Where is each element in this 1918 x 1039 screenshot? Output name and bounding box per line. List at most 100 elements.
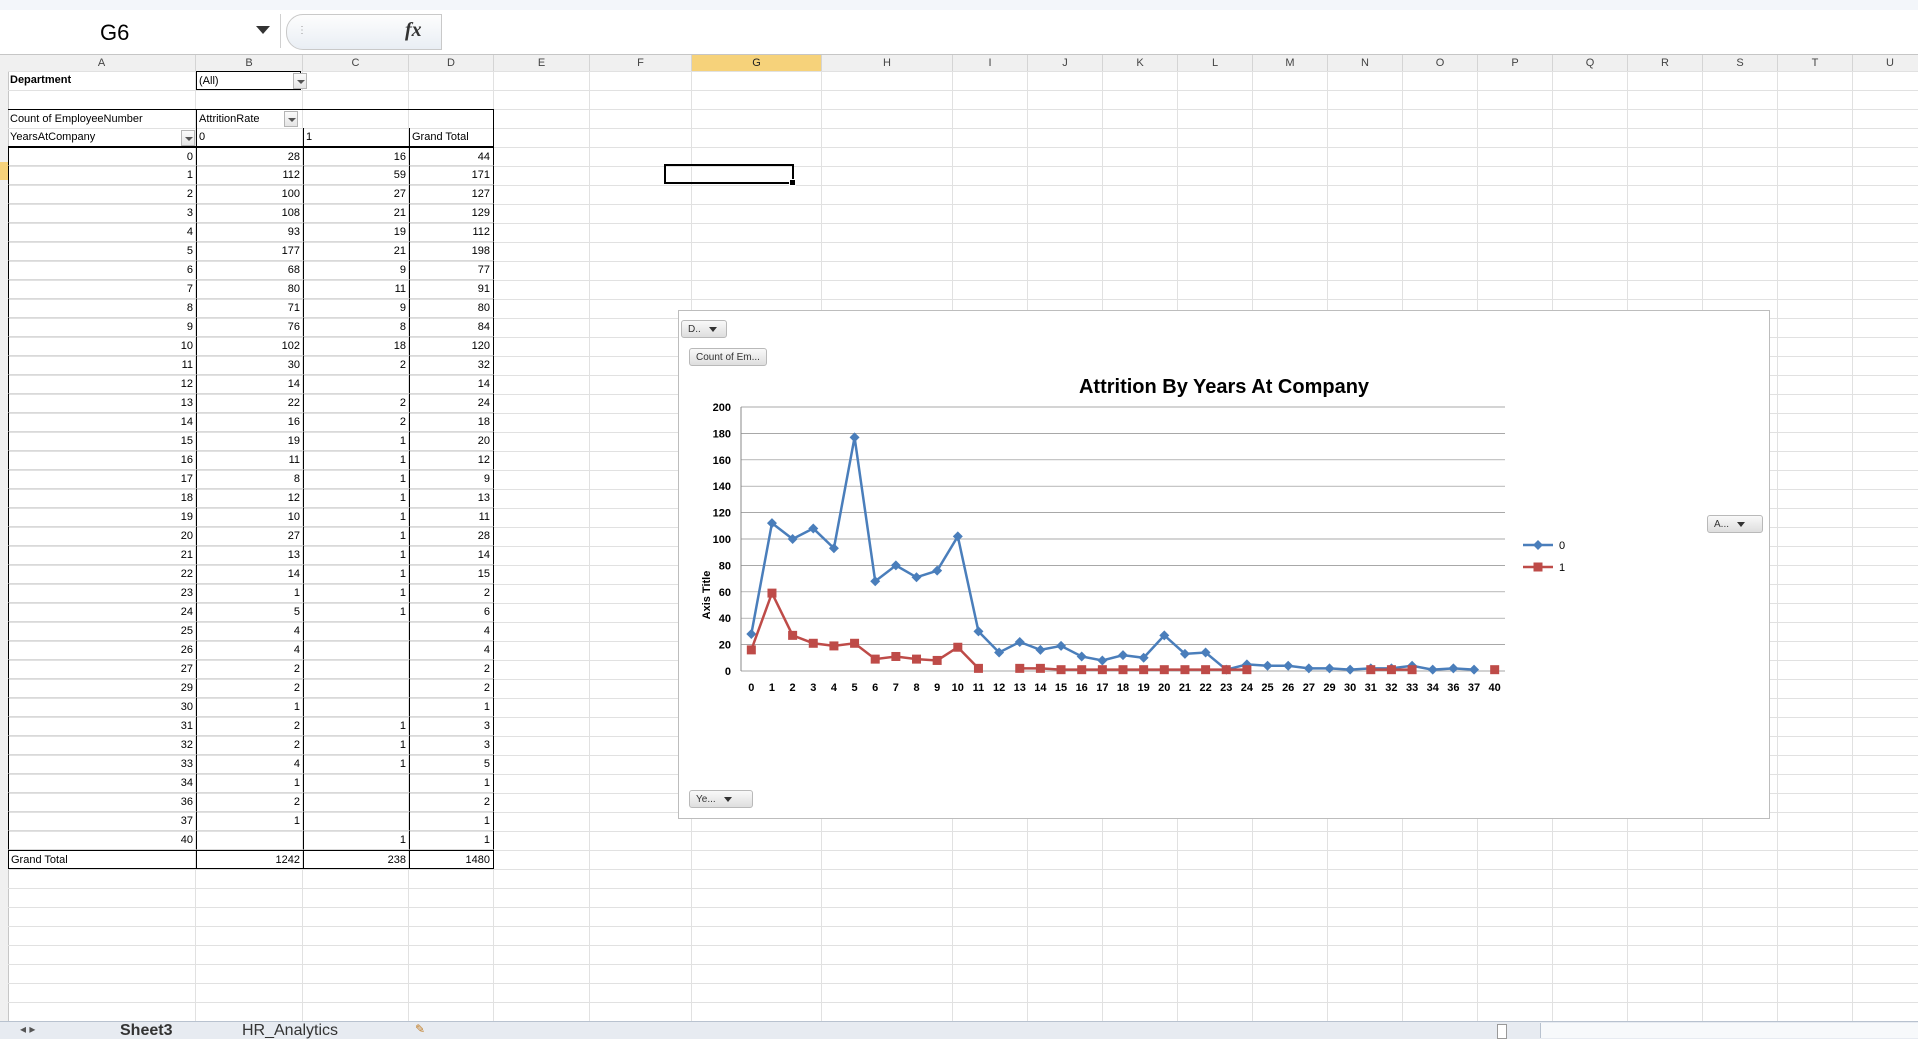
pivot-value-cell[interactable]: 28 [196, 147, 303, 166]
series-0-point[interactable] [1262, 660, 1273, 671]
pivot-value-cell[interactable]: 4 [409, 641, 494, 660]
series-1-point[interactable] [767, 588, 777, 598]
pivot-row-label[interactable]: 9 [8, 318, 196, 337]
pivot-value-cell[interactable]: 1 [409, 812, 494, 831]
pivot-value-cell[interactable]: 1 [303, 831, 409, 850]
series-1-point[interactable] [1015, 663, 1025, 673]
pivot-value-cell[interactable]: 14 [409, 375, 494, 394]
pivot-row-label[interactable]: 8 [8, 299, 196, 318]
column-header-t[interactable]: T [1778, 55, 1853, 71]
pivot-value-cell[interactable]: 9 [303, 299, 409, 318]
series-1-point[interactable] [1201, 665, 1211, 675]
pivot-value-cell[interactable]: 1 [409, 698, 494, 717]
series-1-point[interactable] [1035, 663, 1045, 673]
grand-total-cell[interactable]: Grand Total [8, 850, 196, 869]
series-1-point[interactable] [1139, 665, 1149, 675]
pivot-row-label[interactable]: 13 [8, 394, 196, 413]
horizontal-split-handle[interactable] [1497, 1024, 1507, 1039]
insert-worksheet-icon[interactable]: ✎ [415, 1022, 425, 1036]
pivot-value-cell[interactable]: 21 [303, 204, 409, 223]
column-header-a[interactable]: A [8, 55, 196, 71]
column-header-p[interactable]: P [1478, 55, 1553, 71]
pivot-row-label[interactable]: 6 [8, 261, 196, 280]
column-header-u[interactable]: U [1853, 55, 1918, 71]
selected-cell-g6[interactable] [664, 164, 796, 186]
pivot-row-label[interactable]: 36 [8, 793, 196, 812]
pivot-filter-value[interactable]: (All) [196, 71, 301, 90]
pivot-row-label[interactable]: 32 [8, 736, 196, 755]
pivot-value-cell[interactable] [303, 660, 409, 679]
series-1-point[interactable] [1407, 665, 1417, 675]
pivot-value-cell[interactable]: 1 [303, 717, 409, 736]
pivot-row-label[interactable]: 34 [8, 774, 196, 793]
column-header-c[interactable]: C [303, 55, 409, 71]
pivot-row-label[interactable]: 26 [8, 641, 196, 660]
column-header-o[interactable]: O [1403, 55, 1478, 71]
pivot-value-cell[interactable]: 80 [196, 280, 303, 299]
series-1-point[interactable] [1490, 665, 1500, 675]
series-0-point[interactable] [1035, 644, 1046, 655]
grand-total-cell[interactable]: 1242 [196, 850, 303, 869]
column-header-d[interactable]: D [409, 55, 494, 71]
pivot-value-cell[interactable] [303, 793, 409, 812]
pivot-value-cell[interactable]: 30 [196, 356, 303, 375]
pivot-value-cell[interactable]: 1 [303, 565, 409, 584]
pivot-value-cell[interactable]: 24 [409, 394, 494, 413]
column-header-i[interactable]: I [953, 55, 1028, 71]
series-1-point[interactable] [912, 654, 922, 664]
pivot-value-cell[interactable]: 80 [409, 299, 494, 318]
pivot-value-cell[interactable]: 4 [196, 622, 303, 641]
pivot-value-cell[interactable]: 1 [303, 736, 409, 755]
series-1-point[interactable] [1118, 665, 1128, 675]
pivot-value-cell[interactable]: 22 [196, 394, 303, 413]
pivot-value-cell[interactable]: 32 [409, 356, 494, 375]
pivot-row-label[interactable]: 33 [8, 755, 196, 774]
chevron-down-icon[interactable] [256, 26, 270, 34]
row-field-dropdown-icon[interactable] [181, 130, 195, 146]
pivot-value-cell[interactable]: 27 [303, 185, 409, 204]
pivot-value-cell[interactable]: 4 [196, 641, 303, 660]
pivot-value-cell[interactable]: 59 [303, 166, 409, 185]
pivot-row-label[interactable]: 29 [8, 679, 196, 698]
pivot-value-cell[interactable]: 68 [196, 261, 303, 280]
pivot-value-cell[interactable] [196, 831, 303, 850]
pivot-value-cell[interactable]: 4 [196, 755, 303, 774]
pivot-value-cell[interactable]: 198 [409, 242, 494, 261]
pivot-value-cell[interactable]: 1 [303, 451, 409, 470]
pivot-value-cell[interactable]: 11 [303, 280, 409, 299]
pivot-value-cell[interactable]: 2 [196, 717, 303, 736]
pivot-row-label[interactable]: 11 [8, 356, 196, 375]
pivot-value-cell[interactable]: 27 [196, 527, 303, 546]
pivot-value-cell[interactable]: 1 [303, 508, 409, 527]
pivot-value-cell[interactable]: 3 [409, 717, 494, 736]
series-0-point[interactable] [1345, 664, 1356, 675]
series-0-point[interactable] [1427, 664, 1438, 675]
pivot-row-label[interactable]: 24 [8, 603, 196, 622]
column-header-n[interactable]: N [1328, 55, 1403, 71]
pivot-value-cell[interactable]: 3 [409, 736, 494, 755]
pivot-value-cell[interactable]: 12 [409, 451, 494, 470]
pivot-value-cell[interactable]: 18 [303, 337, 409, 356]
series-1-point[interactable] [1056, 665, 1066, 675]
column-header-m[interactable]: M [1253, 55, 1328, 71]
pivot-value-cell[interactable]: 14 [196, 375, 303, 394]
pivot-row-label[interactable]: 16 [8, 451, 196, 470]
pivot-row-label[interactable]: 40 [8, 831, 196, 850]
pivot-value-cell[interactable]: 100 [196, 185, 303, 204]
column-header-k[interactable]: K [1103, 55, 1178, 71]
series-1-point[interactable] [788, 630, 798, 640]
pivot-value-cell[interactable]: 19 [303, 223, 409, 242]
column-field-dropdown-icon[interactable] [284, 111, 298, 127]
legend-marker-1[interactable] [1533, 562, 1543, 572]
series-1-point[interactable] [1180, 665, 1190, 675]
pivot-row-label[interactable]: 4 [8, 223, 196, 242]
pivot-value-cell[interactable]: 102 [196, 337, 303, 356]
pivot-row-label[interactable]: 31 [8, 717, 196, 736]
pivot-value-cell[interactable]: 1 [409, 831, 494, 850]
pivot-value-cell[interactable]: 15 [409, 565, 494, 584]
series-1-point[interactable] [746, 645, 756, 655]
pivot-value-cell[interactable]: 77 [409, 261, 494, 280]
pivot-row-label[interactable]: 5 [8, 242, 196, 261]
series-1-point[interactable] [891, 651, 901, 661]
pivot-value-cell[interactable] [303, 375, 409, 394]
